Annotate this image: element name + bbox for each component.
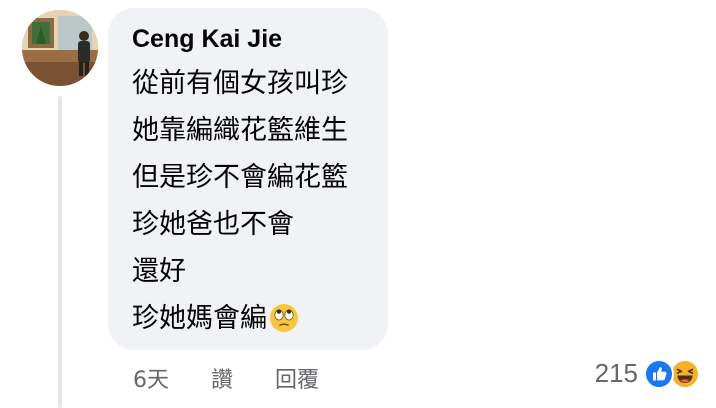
reaction-summary[interactable]: 215 <box>595 358 700 389</box>
like-reaction-icon[interactable] <box>644 358 674 389</box>
comment-line: 從前有個女孩叫珍 <box>132 68 348 99</box>
comment-line: 但是珍不會編花籃 <box>132 162 348 193</box>
timestamp-link[interactable]: 6天 <box>133 366 169 396</box>
reply-button[interactable]: 回覆 <box>275 366 319 396</box>
haha-reaction-icon[interactable] <box>670 358 700 389</box>
comment-line: 珍她媽會編 <box>132 303 267 334</box>
thread-line <box>58 96 62 408</box>
comment-line: 還好 <box>132 256 186 287</box>
reaction-count[interactable]: 215 <box>595 358 638 389</box>
comment-line: 珍她爸也不會 <box>132 209 294 240</box>
comment-line-last: 珍她媽會編 <box>132 295 388 348</box>
comment-author[interactable]: Ceng Kai Jie <box>132 22 388 56</box>
avatar[interactable] <box>22 10 98 86</box>
comment-bubble: Ceng Kai Jie 從前有個女孩叫珍 她靠編織花籃維生 但是珍不會編花籃 … <box>108 8 388 350</box>
comment-line: 她靠編織花籃維生 <box>132 115 348 146</box>
comment-actions: 6天 讚 回覆 <box>133 366 319 396</box>
face-with-rolling-eyes-icon <box>269 301 299 348</box>
like-button[interactable]: 讚 <box>211 366 233 396</box>
